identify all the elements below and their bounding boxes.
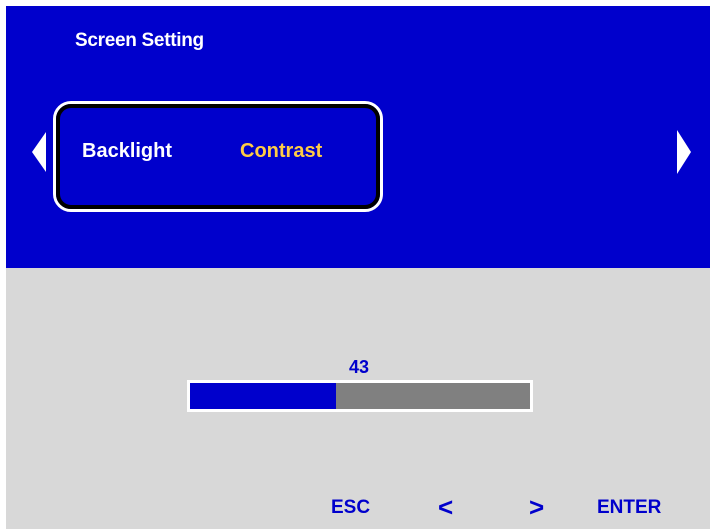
tab-backlight[interactable]: Backlight (82, 140, 172, 163)
triangle-left-icon[interactable] (32, 132, 46, 172)
contrast-slider[interactable] (187, 380, 533, 412)
triangle-right-icon[interactable] (677, 130, 691, 174)
enter-button[interactable]: ENTER (597, 497, 661, 519)
next-button[interactable]: > (529, 492, 544, 523)
slider-fill (190, 383, 336, 409)
prev-button[interactable]: < (438, 492, 453, 523)
page-title: Screen Setting (75, 30, 204, 51)
osd-screen: Screen Setting Backlight Contrast 43 ESC… (0, 0, 710, 529)
esc-button[interactable]: ESC (331, 497, 370, 519)
tab-contrast[interactable]: Contrast (240, 140, 322, 163)
slider-value: 43 (349, 357, 370, 377)
